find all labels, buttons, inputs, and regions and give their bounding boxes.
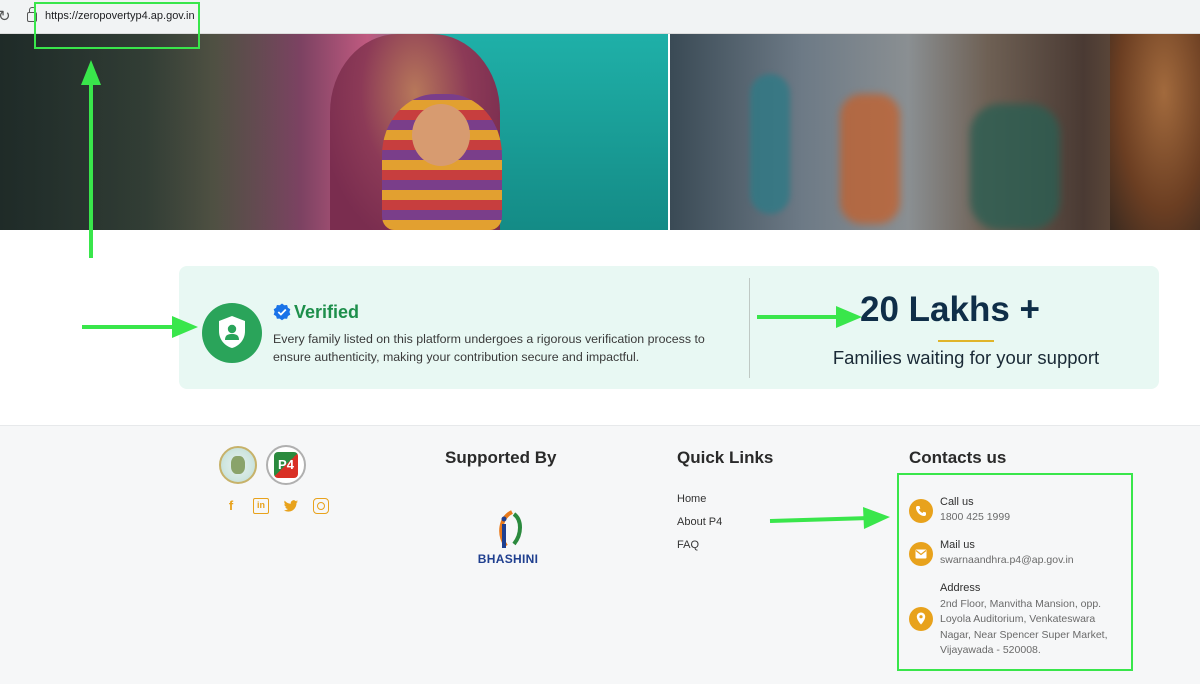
families-count: 20 Lakhs + <box>860 290 1040 329</box>
verified-badge-icon <box>273 303 291 321</box>
quick-link-home[interactable]: Home <box>677 493 706 505</box>
quick-link-faq[interactable]: FAQ <box>677 539 699 551</box>
linkedin-icon[interactable]: in <box>253 498 269 514</box>
families-caption: Families waiting for your support <box>832 347 1100 368</box>
card-divider <box>749 278 750 378</box>
crowd-photo <box>670 34 1200 230</box>
count-underline <box>938 340 994 342</box>
contacts-heading: Contacts us <box>909 448 1007 467</box>
supported-by-heading: Supported By <box>445 448 557 467</box>
reload-icon[interactable]: ↻ <box>0 9 11 25</box>
shield-user-icon <box>219 316 245 348</box>
mother-and-child-photo <box>0 34 668 230</box>
p4-logo-text: P4 <box>274 452 298 478</box>
verified-title: Verified <box>294 302 360 322</box>
facebook-icon[interactable]: f <box>223 498 239 514</box>
twitter-icon[interactable] <box>283 498 299 514</box>
instagram-icon[interactable] <box>313 498 329 514</box>
ap-emblem-logo[interactable] <box>219 446 257 484</box>
verified-description: Every family listed on this platform und… <box>273 332 705 364</box>
hero-banner <box>0 34 1200 230</box>
p4-logo[interactable]: P4 <box>266 445 306 485</box>
url-highlight-box <box>34 2 200 49</box>
quick-link-about-p4[interactable]: About P4 <box>677 516 722 528</box>
bhashini-wordmark: BHASHINI <box>477 552 539 566</box>
page: ↻ https://zeropovertyp4.ap.gov.in Verifi… <box>0 0 1200 684</box>
contact-highlight-box <box>897 473 1133 671</box>
quick-links-heading: Quick Links <box>677 448 774 467</box>
